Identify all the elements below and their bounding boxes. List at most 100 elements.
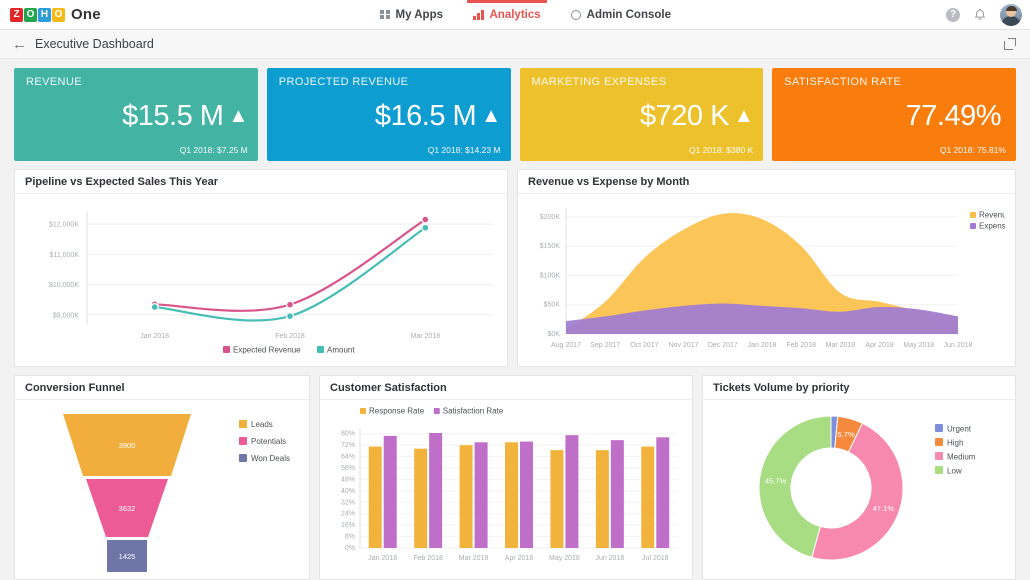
nav-item-admin-console[interactable]: Admin Console bbox=[571, 0, 671, 30]
y-axis-tick: 0% bbox=[345, 545, 355, 552]
main-nav: My Apps Analytics Admin Console bbox=[380, 0, 671, 30]
funnel-value-label: 3900 bbox=[119, 441, 136, 450]
trend-up-icon: ▲ bbox=[481, 105, 500, 128]
legend-swatch bbox=[317, 346, 324, 353]
bar-response-rate bbox=[596, 450, 609, 548]
notifications-bell-icon[interactable] bbox=[974, 8, 986, 21]
y-axis-tick: 80% bbox=[341, 431, 355, 438]
y-axis-tick: 56% bbox=[341, 465, 355, 472]
y-axis-tick: $11,000K bbox=[50, 252, 80, 259]
trend-up-icon: ▲ bbox=[228, 105, 247, 128]
legend-swatch bbox=[935, 424, 943, 432]
nav-label-admin-console: Admin Console bbox=[587, 9, 671, 21]
kpi-card-projected-revenue[interactable]: PROJECTED REVENUE $16.5 M ▲ Q1 2018: $14… bbox=[267, 68, 511, 161]
kpi-subtext: Q1 2018: $380 K bbox=[532, 145, 754, 155]
x-axis-tick: Sep 2017 bbox=[590, 342, 620, 349]
zoho-one-logo[interactable]: Z O H O One bbox=[0, 6, 101, 23]
x-axis-tick: Feb 2018 bbox=[413, 555, 443, 562]
legend-label: Medium bbox=[947, 453, 976, 462]
help-icon[interactable]: ? bbox=[946, 8, 960, 22]
y-axis-tick: 32% bbox=[341, 499, 355, 506]
gear-circle-icon bbox=[571, 10, 581, 20]
slice-value-label: 5.7% bbox=[838, 430, 855, 439]
chart-funnel[interactable]: 390036321425Conversion Rate: 36.5%LeadsP… bbox=[15, 400, 309, 579]
funnel-value-label: 1425 bbox=[119, 552, 136, 561]
bar-satisfaction-rate bbox=[656, 437, 669, 548]
nav-item-analytics[interactable]: Analytics bbox=[473, 0, 541, 30]
legend-swatch bbox=[239, 437, 247, 445]
back-arrow-icon[interactable]: ← bbox=[12, 37, 27, 52]
nav-label-my-apps: My Apps bbox=[396, 9, 444, 21]
x-axis-tick: Mar 2018 bbox=[411, 333, 441, 340]
x-axis-tick: Feb 2018 bbox=[275, 333, 305, 340]
y-axis-tick: $50K bbox=[544, 302, 561, 309]
kpi-subtext: Q1 2018: 75.81% bbox=[784, 145, 1006, 155]
user-avatar[interactable] bbox=[1000, 4, 1022, 26]
customer-satisfaction-bar-chart: 80%72%64%56%48%40%32%24%16%8%0%Jan 2018F… bbox=[320, 400, 692, 579]
legend-label: Satisfaction Rate bbox=[443, 407, 504, 416]
x-axis-tick: Jun 2018 bbox=[944, 342, 973, 349]
slice-value-label: 45.7% bbox=[765, 476, 787, 485]
y-axis-tick: 16% bbox=[341, 522, 355, 529]
logo-tile-o1: O bbox=[24, 8, 37, 22]
legend-label: Expected Revenue bbox=[233, 346, 301, 355]
chart-satisfaction[interactable]: 80%72%64%56%48%40%32%24%16%8%0%Jan 2018F… bbox=[320, 400, 692, 579]
kpi-card-marketing-expenses[interactable]: MARKETING EXPENSES $720 K ▲ Q1 2018: $38… bbox=[520, 68, 764, 161]
x-axis-tick: May 2018 bbox=[903, 342, 934, 349]
legend-label: Urgent bbox=[947, 425, 972, 434]
legend-swatch bbox=[223, 346, 230, 353]
legend-swatch bbox=[970, 223, 976, 229]
bar-satisfaction-rate bbox=[520, 442, 533, 548]
x-axis-tick: Mar 2018 bbox=[459, 555, 489, 562]
legend-swatch bbox=[434, 408, 440, 414]
panel-conversion-funnel: Conversion Funnel 390036321425Conversion… bbox=[14, 375, 310, 580]
legend-label: Leads bbox=[251, 420, 273, 429]
chart-row-2: Conversion Funnel 390036321425Conversion… bbox=[0, 367, 1030, 580]
y-axis-tick: $12,000K bbox=[49, 222, 79, 229]
open-external-icon[interactable] bbox=[1004, 38, 1016, 50]
series-line-expected-revenue bbox=[155, 220, 426, 311]
kpi-value: $15.5 M ▲ bbox=[26, 88, 248, 145]
y-axis-tick: $9,000K bbox=[53, 312, 79, 319]
chart-tickets[interactable]: 5.7%47.1%45.7%UrgentHighMediumLow bbox=[703, 400, 1015, 579]
chart-revenue-expense[interactable]: $200K$150K$100K$50K$0KAug 2017Sep 2017Oc… bbox=[518, 194, 1015, 366]
y-axis-tick: 72% bbox=[341, 442, 355, 449]
trend-up-icon: ▲ bbox=[734, 105, 753, 128]
legend-label: Response Rate bbox=[369, 407, 425, 416]
avatar-body bbox=[1001, 16, 1021, 26]
legend-swatch bbox=[360, 408, 366, 414]
y-axis-tick: 24% bbox=[341, 511, 355, 518]
kpi-amount: $15.5 M bbox=[122, 100, 223, 133]
data-point bbox=[422, 224, 429, 231]
chart-pipeline[interactable]: $12,000K$11,000K$10,000K$9,000KJan 2018F… bbox=[15, 194, 507, 366]
kpi-title: REVENUE bbox=[26, 76, 248, 88]
kpi-value: $16.5 M ▲ bbox=[279, 88, 501, 145]
panel-title-tickets: Tickets Volume by priority bbox=[703, 376, 1015, 400]
bar-satisfaction-rate bbox=[611, 440, 624, 548]
y-axis-tick: 64% bbox=[341, 454, 355, 461]
kpi-amount: 77.49% bbox=[906, 100, 1001, 133]
nav-item-my-apps[interactable]: My Apps bbox=[380, 0, 443, 30]
kpi-amount: $720 K bbox=[640, 100, 729, 133]
data-point bbox=[151, 304, 158, 311]
legend-label: Expenses bbox=[979, 222, 1005, 231]
bar-satisfaction-rate bbox=[565, 435, 578, 548]
y-axis-tick: $0K bbox=[548, 331, 561, 338]
x-axis-tick: May 2018 bbox=[549, 555, 580, 562]
logo-product-name: One bbox=[71, 6, 101, 23]
y-axis-tick: 48% bbox=[341, 476, 355, 483]
panel-title-funnel: Conversion Funnel bbox=[15, 376, 309, 400]
legend-label: Low bbox=[947, 467, 962, 476]
kpi-card-satisfaction-rate[interactable]: SATISFACTION RATE 77.49% Q1 2018: 75.81% bbox=[772, 68, 1016, 161]
legend-swatch bbox=[935, 452, 943, 460]
legend-label: Won Deals bbox=[251, 454, 290, 463]
panel-tickets-volume: Tickets Volume by priority 5.7% 47.1% 45.7… bbox=[702, 375, 1016, 580]
slice-value-label: 47.1% bbox=[873, 504, 895, 513]
bar-response-rate bbox=[641, 447, 654, 548]
panel-pipeline: Pipeline vs Expected Sales This Year $12… bbox=[14, 169, 508, 367]
avatar-hair bbox=[1006, 6, 1017, 11]
x-axis-tick: Mar 2018 bbox=[826, 342, 856, 349]
kpi-subtext: Q1 2018: $14.23 M bbox=[279, 145, 501, 155]
x-axis-tick: Dec 2017 bbox=[708, 342, 738, 349]
kpi-card-revenue[interactable]: REVENUE $15.5 M ▲ Q1 2018: $7.25 M bbox=[14, 68, 258, 161]
